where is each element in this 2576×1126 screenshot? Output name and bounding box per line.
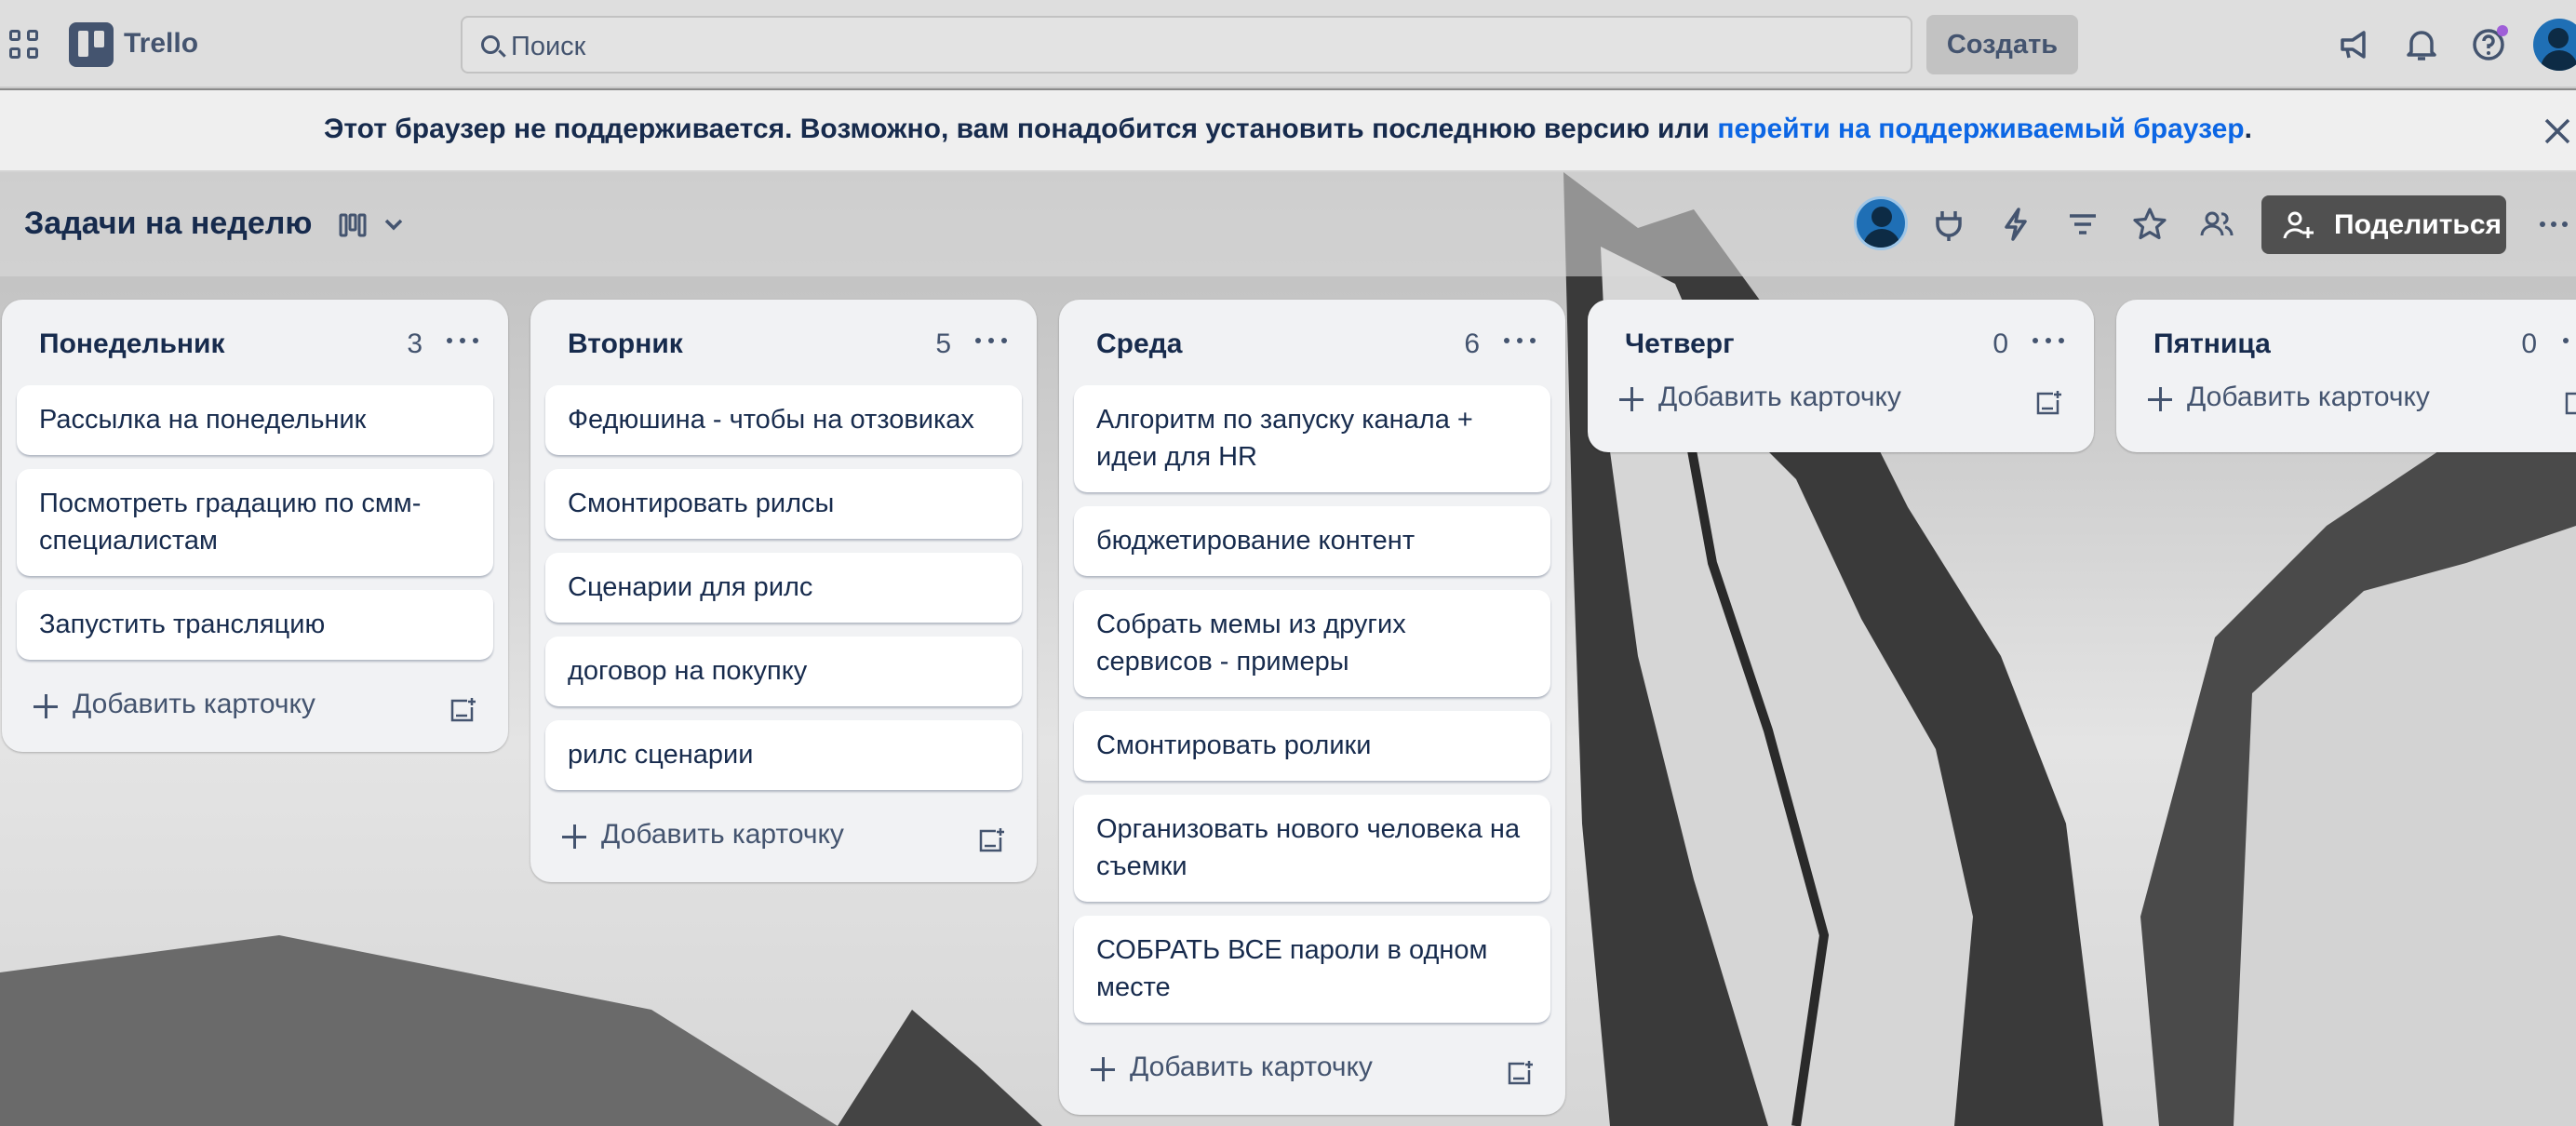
card[interactable]: Рассылка на понедельник (17, 385, 493, 455)
add-member-icon (2283, 211, 2314, 239)
card[interactable]: Смонтировать ролики (1074, 711, 1550, 781)
list-header: Вторник 5 (530, 300, 1037, 385)
close-icon[interactable] (2539, 113, 2576, 150)
apps-grid-icon[interactable] (9, 30, 39, 60)
list-footer: Добавить карточку (2, 674, 508, 752)
visibility-icon[interactable] (2196, 204, 2237, 245)
create-button[interactable]: Создать (1926, 15, 2078, 74)
list-title[interactable]: Понедельник (39, 328, 225, 360)
share-button[interactable]: Поделиться (2261, 195, 2506, 254)
card-template-icon[interactable] (2563, 389, 2576, 417)
card-count: 5 (935, 328, 951, 359)
search-placeholder: Поиск (511, 32, 586, 61)
add-card-button[interactable]: Добавить карточку (562, 819, 844, 851)
list-footer: Добавить карточку (2116, 382, 2576, 452)
card-template-icon[interactable] (977, 826, 1005, 854)
list-tuesday: Вторник 5 Федюшина - чтобы на отзовиках … (530, 300, 1037, 882)
supported-browser-link[interactable]: перейти на поддерживаемый браузер (1717, 114, 2244, 144)
share-label: Поделиться (2334, 208, 2502, 240)
list-title[interactable]: Пятница (2153, 328, 2271, 360)
card-count: 0 (1992, 328, 2008, 359)
list-header: Среда 6 (1059, 300, 1565, 385)
card[interactable]: Алгоритм по запуску канала + идеи для HR (1074, 385, 1550, 492)
card-template-icon[interactable] (449, 696, 476, 724)
board-header: Задачи на неделю Поделиться (0, 172, 2576, 276)
megaphone-icon[interactable] (2334, 24, 2375, 65)
card[interactable]: Смонтировать рилсы (545, 469, 1022, 539)
card[interactable]: Собрать мемы из других сервисов - пример… (1074, 590, 1550, 697)
card[interactable]: СОБРАТЬ ВСЕ пароли в одном месте (1074, 916, 1550, 1023)
power-ups-icon[interactable] (1928, 204, 1969, 245)
card[interactable]: Федюшина - чтобы на отзовиках (545, 385, 1022, 455)
top-nav: Trello Поиск Создать (0, 0, 2576, 88)
card[interactable]: бюджетирование контент (1074, 506, 1550, 576)
card-template-icon[interactable] (2034, 389, 2062, 417)
card[interactable]: Запустить трансляцию (17, 590, 493, 660)
board-menu-icon[interactable] (2533, 204, 2574, 245)
board-member-avatar[interactable] (1854, 196, 1908, 250)
browser-warning-banner: Этот браузер не поддерживается. Возможно… (0, 90, 2576, 172)
list-menu-icon[interactable] (447, 331, 480, 343)
card-list: Федюшина - чтобы на отзовиках Смонтирова… (530, 385, 1037, 790)
list-header: Пятница 0 (2116, 300, 2576, 385)
card-count: 6 (1464, 328, 1480, 359)
list-footer: Добавить карточку (1588, 382, 2094, 452)
list-friday: Пятница 0 Добавить карточку (2116, 300, 2576, 452)
list-title[interactable]: Вторник (568, 328, 683, 360)
card[interactable]: Посмотреть градацию по смм-специалистам (17, 469, 493, 576)
automation-icon[interactable] (1995, 204, 2036, 245)
search-input[interactable]: Поиск (461, 16, 1912, 74)
add-card-button[interactable]: Добавить карточку (1619, 382, 1901, 413)
card[interactable]: договор на покупку (545, 637, 1022, 706)
filter-icon[interactable] (2062, 204, 2103, 245)
star-icon[interactable] (2129, 204, 2170, 245)
list-thursday: Четверг 0 Добавить карточку (1588, 300, 2094, 452)
list-title[interactable]: Четверг (1625, 328, 1735, 360)
list-header: Четверг 0 (1588, 300, 2094, 385)
help-icon[interactable] (2468, 24, 2509, 65)
trello-logo-icon[interactable] (69, 22, 114, 67)
list-menu-icon[interactable] (2033, 331, 2066, 343)
list-menu-icon[interactable] (975, 331, 1009, 343)
banner-text: Этот браузер не поддерживается. Возможно… (324, 114, 2252, 144)
card-list: Рассылка на понедельник Посмотреть града… (2, 385, 508, 660)
card[interactable]: Сценарии для рилс (545, 553, 1022, 623)
board-view-switcher[interactable] (335, 208, 419, 243)
card-count: 3 (407, 328, 423, 359)
brand-name[interactable]: Trello (124, 28, 198, 60)
list-footer: Добавить карточку (1059, 1037, 1565, 1115)
list-header: Понедельник 3 (2, 300, 508, 385)
list-wednesday: Среда 6 Алгоритм по запуску канала + иде… (1059, 300, 1565, 1115)
list-footer: Добавить карточку (530, 804, 1037, 882)
add-card-button[interactable]: Добавить карточку (1091, 1052, 1373, 1083)
list-title[interactable]: Среда (1096, 328, 1182, 360)
bell-icon[interactable] (2401, 24, 2442, 65)
card-list: Алгоритм по запуску канала + идеи для HR… (1059, 385, 1565, 1023)
board-title[interactable]: Задачи на неделю (24, 206, 312, 242)
search-icon (481, 35, 500, 54)
card[interactable]: Организовать нового человека на съемки (1074, 795, 1550, 902)
card-template-icon[interactable] (1506, 1059, 1534, 1087)
list-menu-icon[interactable] (1504, 331, 1537, 343)
add-card-button[interactable]: Добавить карточку (2148, 382, 2430, 413)
list-monday: Понедельник 3 Рассылка на понедельник По… (2, 300, 508, 752)
add-card-button[interactable]: Добавить карточку (34, 689, 315, 720)
user-avatar[interactable] (2533, 19, 2576, 71)
card-count: 0 (2521, 328, 2537, 359)
card[interactable]: рилс сценарии (545, 720, 1022, 790)
list-menu-icon[interactable] (2563, 331, 2576, 343)
